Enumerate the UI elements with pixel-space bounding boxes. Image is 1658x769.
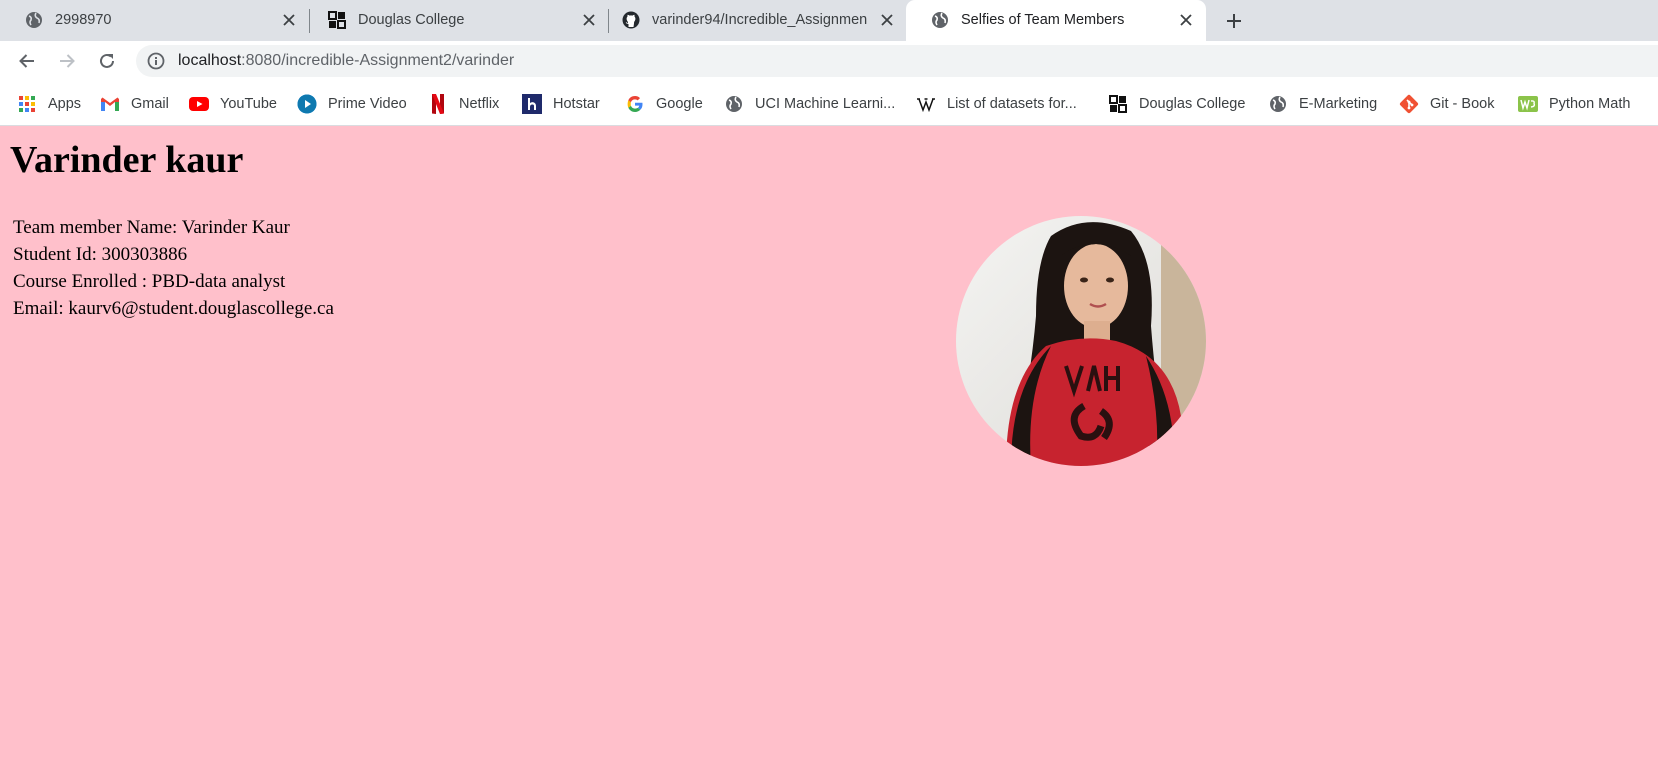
bookmarks-bar: Apps Gmail YouTube Prime Video Netflix H… [0,81,1658,126]
bookmark-e-marketing[interactable]: E-Marketing [1268,93,1377,115]
bookmark-netflix[interactable]: Netflix [428,93,499,115]
globe-icon [724,94,744,114]
bookmark-git-book[interactable]: Git - Book [1399,93,1494,115]
forward-arrow-icon[interactable] [55,49,79,73]
git-icon [1399,94,1419,114]
student-id-line: Student Id: 300303886 [13,244,188,265]
tab-selfies-of-team-members[interactable]: Selfies of Team Members [906,0,1206,41]
close-tab-icon[interactable] [579,10,599,30]
tab-2998970[interactable]: 2998970 [0,0,305,41]
bookmark-list-of-datasets[interactable]: List of datasets for... [916,93,1077,115]
tab-strip: 2998970 Douglas College varinder94/Incre… [0,0,1658,41]
bookmark-label: Google [656,96,703,112]
site-info-icon[interactable] [147,52,165,70]
member-details: Team member Name: Varinder Kaur Student … [13,214,334,322]
selfie-image [956,216,1206,466]
youtube-icon [189,94,209,114]
reload-icon[interactable] [95,49,119,73]
tab-title: varinder94/Incredible_Assignmen [652,12,867,28]
bookmark-label: UCI Machine Learni... [755,96,896,112]
bookmark-uci-machine-learning[interactable]: UCI Machine Learni... [724,93,895,115]
email-line: Email: kaurv6@student.douglascollege.ca [13,298,334,319]
bookmark-label: Python Math [1549,96,1631,112]
bookmark-label: Gmail [131,96,169,112]
bookmark-google[interactable]: Google [625,93,703,115]
bookmark-label: List of datasets for... [947,96,1077,112]
browser-toolbar: localhost:8080/incredible-Assignment2/va… [0,41,1658,81]
member-name-line: Team member Name: Varinder Kaur [13,217,290,238]
bookmark-apps[interactable]: Apps [17,93,81,115]
address-bar[interactable]: localhost:8080/incredible-Assignment2/va… [136,45,1658,77]
bookmark-label: Prime Video [328,96,407,112]
url-path: :8080/incredible-Assignment2/varinder [241,52,515,69]
tab-title: Selfies of Team Members [961,12,1125,28]
globe-icon [26,12,42,28]
page-title: Varinder kaur [10,139,244,181]
prime-video-icon [297,94,317,114]
tab-douglas-college[interactable]: Douglas College [303,0,608,41]
close-tab-icon[interactable] [1176,10,1196,30]
bookmark-prime-video[interactable]: Prime Video [297,93,407,115]
douglas-college-icon [328,11,346,29]
github-icon [622,11,640,29]
gmail-icon [100,94,120,114]
profile-photo [956,216,1206,466]
google-icon [625,94,645,114]
url-text[interactable]: localhost:8080/incredible-Assignment2/va… [178,52,514,70]
bookmark-label: Apps [48,96,82,112]
bookmark-label: Netflix [459,96,500,112]
bookmark-label: E-Marketing [1299,96,1378,112]
bookmark-label: Hotstar [553,96,600,112]
netflix-icon [428,94,448,114]
tab-title: 2998970 [55,12,112,28]
bookmark-gmail[interactable]: Gmail [100,93,169,115]
hotstar-icon [522,94,542,114]
course-line: Course Enrolled : PBD-data analyst [13,271,286,292]
bookmark-youtube[interactable]: YouTube [189,93,277,115]
new-tab-icon[interactable] [1222,9,1246,33]
bookmark-label: Git - Book [1430,96,1495,112]
globe-icon [1268,94,1288,114]
bookmark-douglas-college[interactable]: Douglas College [1108,93,1245,115]
bookmark-hotstar[interactable]: Hotstar [522,93,600,115]
wikipedia-icon [916,94,936,114]
bookmark-label: YouTube [220,96,277,112]
bookmark-label: Douglas College [1139,96,1246,112]
back-arrow-icon[interactable] [15,49,39,73]
tab-title: Douglas College [358,12,465,28]
w3schools-icon [1518,94,1538,114]
url-host: localhost [178,52,242,69]
close-tab-icon[interactable] [279,10,299,30]
bookmark-python-math[interactable]: Python Math [1518,93,1630,115]
apps-grid-icon [17,94,37,114]
douglas-college-icon [1108,94,1128,114]
tab-github-repo[interactable]: varinder94/Incredible_Assignmen [597,0,902,41]
globe-icon [932,12,948,28]
close-tab-icon[interactable] [877,10,897,30]
